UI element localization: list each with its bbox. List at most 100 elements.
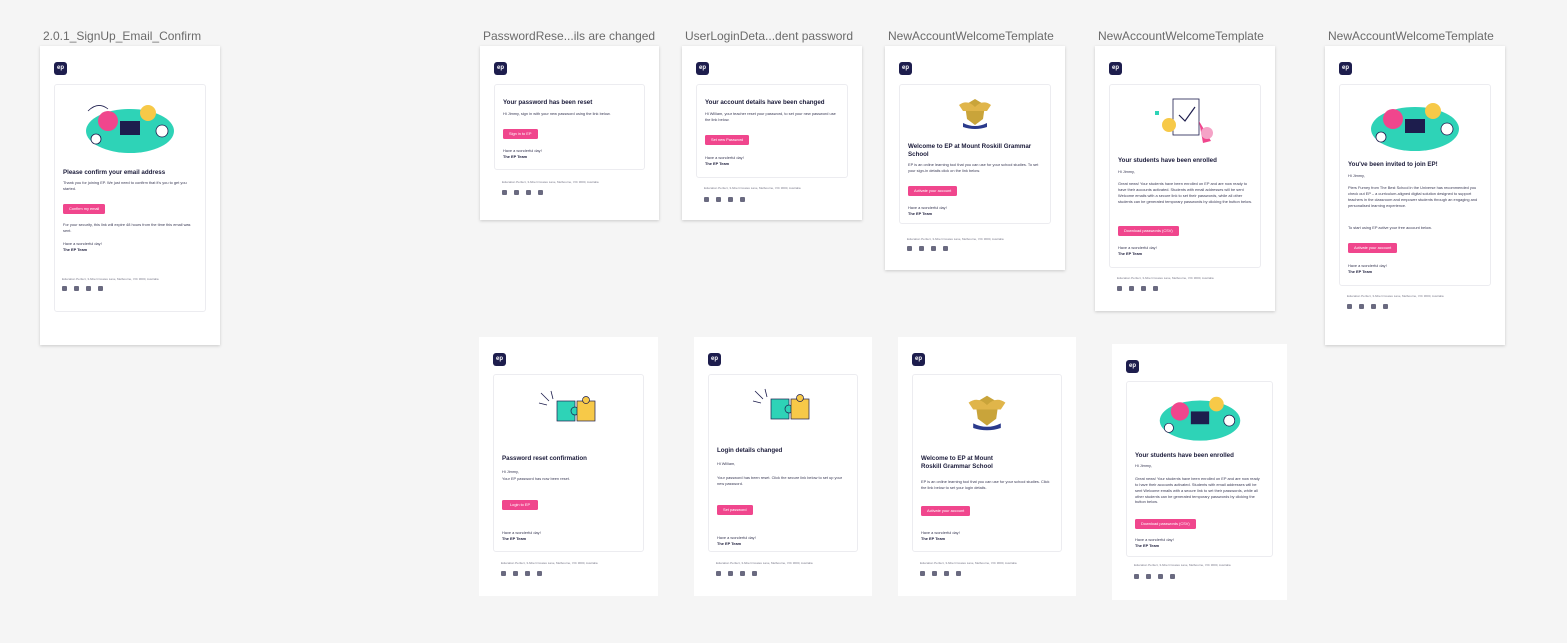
signoff-name: The EP Team: [1348, 269, 1373, 275]
signoff-line: Have a wonderful day!: [705, 155, 744, 160]
signoff-line: Have a wonderful day!: [921, 530, 960, 535]
instagram-icon[interactable]: [728, 197, 733, 202]
confirm-email-button[interactable]: Confirm my email: [63, 204, 106, 214]
social-icons: [1134, 574, 1175, 579]
facebook-icon[interactable]: [920, 571, 925, 576]
frame-enrolled-2[interactable]: ep Your students have been enrolled Hi J…: [1112, 344, 1287, 600]
sign-in-button[interactable]: Sign in to EP: [503, 129, 538, 139]
frame-title-pw-reset[interactable]: PasswordRese...ils are changed: [483, 29, 655, 43]
ep-logo: ep: [1126, 360, 1139, 373]
linkedin-icon[interactable]: [740, 197, 745, 202]
linkedin-icon[interactable]: [1383, 304, 1388, 309]
facebook-icon[interactable]: [502, 190, 507, 195]
frame-title-welcome-2[interactable]: NewAccountWelcomeTemplate: [1098, 29, 1264, 43]
signoff-name: The EP Team: [502, 536, 527, 542]
set-password-button[interactable]: Set password: [717, 505, 753, 515]
activate-account-button[interactable]: Activate your account: [908, 186, 958, 196]
classroom-illustration: [1371, 103, 1459, 151]
twitter-icon[interactable]: [513, 571, 518, 576]
linkedin-icon[interactable]: [1153, 286, 1158, 291]
linkedin-icon[interactable]: [538, 190, 543, 195]
signoff-line: Have a wonderful day!: [503, 148, 542, 153]
email-body: Your EP password has now been reset.: [502, 476, 570, 481]
frame-pw-confirm[interactable]: ep Password reset confirmation Hi Jimmy,…: [479, 337, 658, 596]
linkedin-icon[interactable]: [752, 571, 757, 576]
instagram-icon[interactable]: [944, 571, 949, 576]
signoff-line: Have a wonderful day!: [1135, 537, 1174, 542]
frame-title-user-login[interactable]: UserLoginDeta...dent password: [685, 29, 853, 43]
classroom-illustration: [1159, 396, 1240, 441]
footer-address: Education Perfect, 3 Albert Coates Lane,…: [1134, 563, 1231, 567]
frame-title-welcome-1[interactable]: NewAccountWelcomeTemplate: [888, 29, 1054, 43]
signoff-name: The EP Team: [717, 541, 742, 547]
instagram-icon[interactable]: [86, 286, 91, 291]
facebook-icon[interactable]: [704, 197, 709, 202]
footer-address: Education Perfect, 3 Albert Coates Lane,…: [716, 561, 813, 565]
signoff-name: The EP Team: [503, 154, 528, 160]
twitter-icon[interactable]: [716, 197, 721, 202]
frame-signup[interactable]: ep Please confirm your email address Tha…: [40, 46, 220, 345]
email-card: Your password has been reset Hi Jimmy, s…: [494, 84, 645, 170]
twitter-icon[interactable]: [728, 571, 733, 576]
ep-logo: ep: [54, 62, 67, 75]
social-icons: [907, 246, 948, 251]
facebook-icon[interactable]: [62, 286, 67, 291]
activate-account-button[interactable]: Activate your account: [1348, 243, 1398, 253]
facebook-icon[interactable]: [501, 571, 506, 576]
social-icons: [502, 190, 543, 195]
linkedin-icon[interactable]: [956, 571, 961, 576]
instagram-icon[interactable]: [1158, 574, 1163, 579]
twitter-icon[interactable]: [1146, 574, 1151, 579]
twitter-icon[interactable]: [919, 246, 924, 251]
frame-title-signup[interactable]: 2.0.1_SignUp_Email_Confirm: [43, 29, 201, 43]
twitter-icon[interactable]: [1359, 304, 1364, 309]
twitter-icon[interactable]: [932, 571, 937, 576]
social-icons: [1117, 286, 1158, 291]
email-signoff: Have a wonderful day! The EP Team: [1118, 245, 1157, 257]
linkedin-icon[interactable]: [98, 286, 103, 291]
signoff-line: Have a wonderful day!: [717, 535, 756, 540]
linkedin-icon[interactable]: [943, 246, 948, 251]
frame-welcome-1[interactable]: ep Welcome to EP at Mount Roskill Gramma…: [885, 46, 1065, 270]
email-card: Password reset confirmation Hi Jimmy, Yo…: [493, 374, 644, 552]
signoff-line: Have a wonderful day!: [908, 205, 947, 210]
twitter-icon[interactable]: [1129, 286, 1134, 291]
social-icons: [716, 571, 757, 576]
instagram-icon[interactable]: [931, 246, 936, 251]
footer-address: Education Perfect, 3 Albert Coates Lane,…: [62, 277, 159, 281]
activate-account-button[interactable]: Activate your account: [921, 506, 971, 516]
instagram-icon[interactable]: [525, 571, 530, 576]
download-passwords-button[interactable]: Download passwords (CSV): [1135, 519, 1196, 529]
signoff-name: The EP Team: [63, 247, 88, 253]
twitter-icon[interactable]: [514, 190, 519, 195]
facebook-icon[interactable]: [1134, 574, 1139, 579]
set-new-password-button[interactable]: Set new Password: [705, 135, 750, 145]
frame-welcome-2[interactable]: ep Your students have been enrolled Hi J…: [1095, 46, 1275, 311]
instagram-icon[interactable]: [1371, 304, 1376, 309]
puzzle-illustration: [538, 390, 595, 422]
frame-welcome-3[interactable]: ep You've been invited to join EP! Hi Ji…: [1325, 46, 1505, 345]
ep-logo: ep: [696, 62, 709, 75]
download-passwords-button[interactable]: Download passwords (CSV): [1118, 226, 1179, 236]
email-greeting: Hi Jimmy,: [502, 469, 519, 474]
facebook-icon[interactable]: [907, 246, 912, 251]
login-button[interactable]: Login to EP: [502, 500, 539, 510]
frame-welcome-4[interactable]: ep Welcome to EP at Mount Roskill Gramma…: [898, 337, 1076, 596]
instagram-icon[interactable]: [1141, 286, 1146, 291]
frame-user-login[interactable]: ep Your account details have been change…: [682, 46, 862, 220]
frame-login-changed[interactable]: ep Login details changed Hi William, You…: [694, 337, 872, 596]
signoff-line: Have a wonderful day!: [63, 241, 102, 246]
facebook-icon[interactable]: [1347, 304, 1352, 309]
email-body: Thank you for joining EP. We just need t…: [63, 180, 187, 191]
linkedin-icon[interactable]: [1170, 574, 1175, 579]
facebook-icon[interactable]: [1117, 286, 1122, 291]
email-body: Hi William, your teacher reset your pass…: [705, 111, 836, 122]
facebook-icon[interactable]: [716, 571, 721, 576]
instagram-icon[interactable]: [526, 190, 531, 195]
instagram-icon[interactable]: [740, 571, 745, 576]
twitter-icon[interactable]: [74, 286, 79, 291]
email-signoff: Have a wonderful day! The EP Team: [921, 530, 960, 542]
frame-pw-reset[interactable]: ep Your password has been reset Hi Jimmy…: [480, 46, 659, 220]
linkedin-icon[interactable]: [537, 571, 542, 576]
frame-title-welcome-3[interactable]: NewAccountWelcomeTemplate: [1328, 29, 1494, 43]
